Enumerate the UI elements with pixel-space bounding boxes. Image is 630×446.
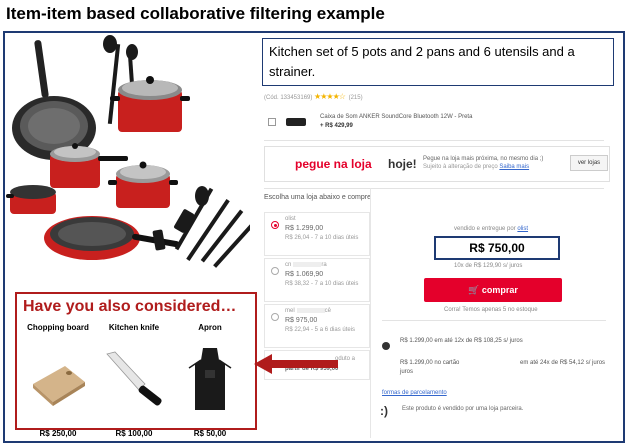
price-installments: 10x de R$ 129,90 s/ juros (454, 263, 523, 269)
item-price: R$ 50,00 (193, 429, 227, 438)
store-price: R$ 1.299,00 (285, 225, 324, 232)
item-price: R$ 250,00 (39, 429, 77, 438)
store-name: olist (285, 216, 296, 222)
pickup-subtext: Sujeito à alteração de preço Saiba mais (423, 164, 530, 170)
addon-name: Caixa de Som ANKER SoundCore Bluetooth 1… (320, 114, 473, 120)
suggestion-item[interactable]: Apron R$ 50,00 (175, 322, 245, 438)
smile-icon: :) (380, 404, 388, 418)
store-name: cn ra (285, 262, 327, 269)
stock-note: Corra! Temos apenas 5 no estoque (444, 307, 538, 313)
store-installments: R$ 38,32 - 7 a 10 dias úteis (285, 281, 359, 287)
speaker-thumbnail-icon (286, 118, 306, 126)
store-radio[interactable] (271, 313, 279, 321)
divider (264, 188, 604, 189)
store-option[interactable]: mel cê R$ 975,00 R$ 22,94 - 5 a 6 dias út… (264, 304, 370, 348)
addon-row: Caixa de Som ANKER SoundCore Bluetooth 1… (264, 110, 604, 136)
item-name: Kitchen knife (108, 323, 160, 332)
small-pot-icon (6, 185, 56, 214)
addon-checkbox[interactable] (268, 118, 276, 126)
stock-pot-icon (110, 76, 190, 132)
cart-icon: 🛒 (468, 285, 482, 295)
store-price: R$ 1.069,90 (285, 271, 324, 278)
rating-stars-icon[interactable]: ★★★★☆ (314, 92, 346, 101)
payment-option: R$ 1.299,00 em até 12x de R$ 108,25 s/ j… (400, 338, 523, 344)
left-arrow-icon (254, 354, 338, 374)
buy-button[interactable]: 🛒 comprar (424, 278, 562, 302)
pickup-text: Pegue na loja mais próxima, no mesmo dia… (423, 156, 544, 162)
suggestion-item[interactable]: Kitchen knife R$ 100,00 (99, 322, 169, 438)
pickup-headline-today: hoje! (388, 157, 417, 171)
partner-note: Este produto é vendido por uma loja parc… (402, 406, 524, 412)
cookware-set-image (6, 35, 250, 268)
view-stores-button[interactable]: ver lojas (570, 155, 608, 171)
addon-price: + R$ 429,99 (320, 123, 353, 129)
store-option[interactable]: cn ra R$ 1.069,90 R$ 38,32 - 7 a 10 dias … (264, 258, 370, 302)
chopping-board-icon (33, 366, 85, 406)
review-count[interactable]: (215) (349, 95, 363, 101)
payment-option-wrap: juros (400, 369, 414, 375)
kitchen-knife-icon (106, 351, 162, 406)
store-name: mel cê (285, 308, 332, 315)
payment-option-card-installments: em até 24x de R$ 54,12 s/ juros (520, 360, 606, 366)
item-name: Apron (198, 323, 222, 332)
frying-pan-icon (12, 40, 96, 160)
store-installments: R$ 26,04 - 7 a 10 dias úteis (285, 235, 359, 241)
store-radio[interactable] (271, 267, 279, 275)
item-price: R$ 100,00 (115, 429, 153, 438)
card-icon (382, 342, 390, 350)
seller-link[interactable]: olist (517, 226, 528, 232)
product-meta: (Cód. 133453169) ★★★★☆ (215) (264, 92, 363, 101)
suggestion-item[interactable]: Chopping board R$ 250,00 (23, 322, 93, 438)
product-price: R$ 750,00 (434, 236, 560, 260)
apron-icon (188, 348, 232, 410)
store-note: oduto a (335, 356, 356, 362)
store-option[interactable]: olist R$ 1.299,00 R$ 26,04 - 7 a 10 dias… (264, 212, 370, 256)
product-code: (Cód. 133453169) (264, 95, 313, 101)
pot-icon (108, 161, 178, 208)
payment-option-card: R$ 1.299,00 no cartão (400, 360, 460, 366)
stores-heading: Escolha uma loja abaixo e compre (264, 194, 372, 201)
shop-panel: (Cód. 133453169) ★★★★☆ (215) Caixa de So… (258, 88, 613, 440)
store-radio[interactable] (271, 221, 279, 229)
store-price: R$ 975,00 (285, 317, 318, 324)
item-name: Chopping board (27, 323, 89, 332)
installment-options-link[interactable]: formas de parcelamento (382, 390, 447, 396)
store-installments: R$ 22,94 - 5 a 6 dias úteis (285, 327, 356, 333)
pickup-learn-more-link[interactable]: Saiba mais (499, 164, 529, 170)
product-description: Kitchen set of 5 pots and 2 pans and 6 u… (262, 38, 614, 86)
seller-info: vendido e entregue por olist (454, 226, 529, 232)
divider (370, 188, 371, 438)
divider (264, 140, 604, 141)
pickup-banner: pegue na loja hoje! Pegue na loja mais p… (264, 146, 610, 182)
suggestions-heading: Have you also considered… (23, 298, 237, 315)
slide-title: Item-item based collaborative filtering … (6, 4, 385, 23)
pickup-headline: pegue na loja (295, 157, 372, 171)
suggestions-box: Have you also considered… Chopping board… (15, 292, 257, 438)
divider (382, 320, 606, 321)
